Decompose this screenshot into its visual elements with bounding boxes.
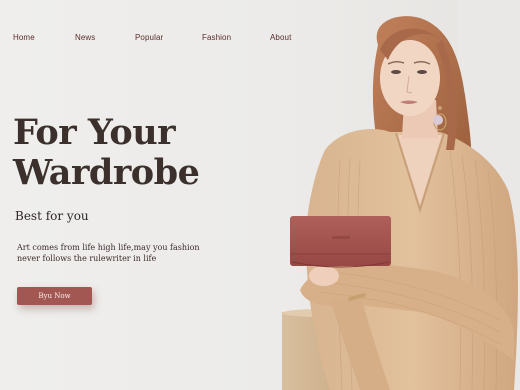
nav-item-popular[interactable]: Popular (135, 33, 163, 42)
hero-subtitle: Best for you (15, 209, 89, 223)
landing-page: Home News Popular Fashion About For Your… (0, 0, 520, 390)
hero-headline-line2: Wardrobe (13, 152, 200, 193)
hero-description-line1: Art comes from life high life,may you fa… (17, 243, 200, 252)
hero-photo (282, 16, 518, 390)
nav-item-home[interactable]: Home (13, 33, 35, 42)
buy-now-button[interactable]: Byu Now (17, 287, 92, 305)
hero-headline: For Your Wardrobe (13, 113, 253, 193)
top-navigation: Home News Popular Fashion About (0, 33, 300, 47)
hero-headline-line1: For Your (13, 112, 176, 153)
nav-item-news[interactable]: News (75, 33, 95, 42)
hero-description: Art comes from life high life,may you fa… (17, 243, 207, 264)
hand (309, 266, 339, 286)
hero-description-line2: never follows the rulewriter in life (17, 253, 157, 263)
red-wallet (290, 216, 391, 266)
nav-item-fashion[interactable]: Fashion (202, 33, 231, 42)
